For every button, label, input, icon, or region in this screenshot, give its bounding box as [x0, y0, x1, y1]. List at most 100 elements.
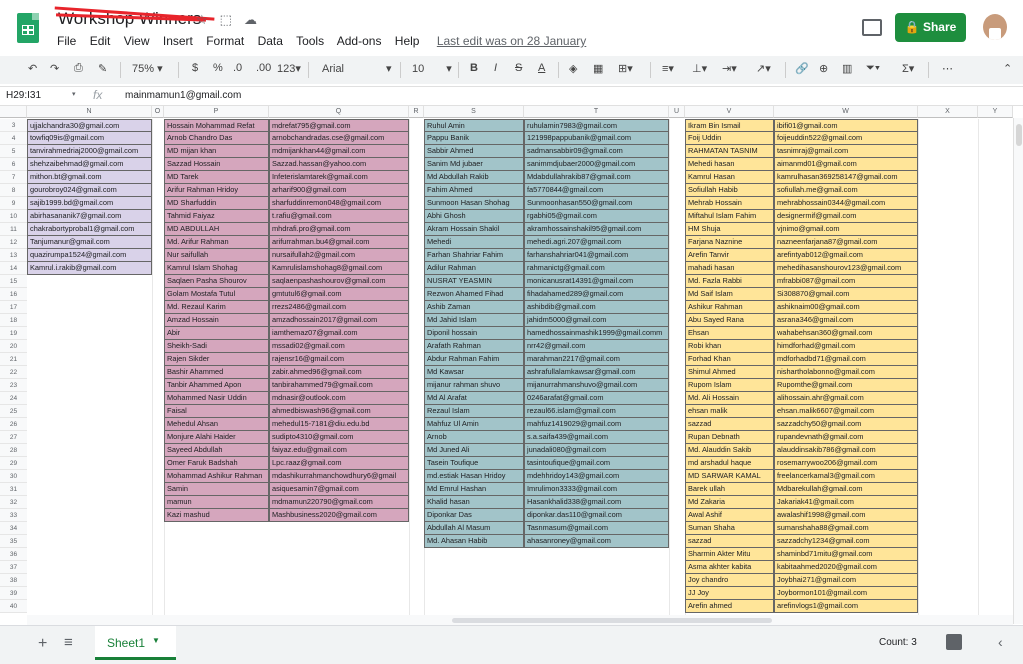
table-cell[interactable]: mdehhridoy143@gmail.com [524, 470, 669, 483]
table-cell[interactable]: Abhi Ghosh [424, 210, 524, 223]
table-cell[interactable]: mdnasir@outlook.com [269, 392, 409, 405]
table-cell[interactable]: Monjure Alahi Haider [164, 431, 269, 444]
table-cell[interactable]: arifurrahman.bu4@gmail.com [269, 236, 409, 249]
table-cell[interactable]: ujjalchandra30@gmail.com [27, 119, 152, 132]
table-cell[interactable]: awalashif1998@gmail.com [774, 509, 918, 522]
column-header-t[interactable]: T [524, 106, 669, 118]
row-header[interactable]: 29 [0, 457, 27, 470]
column-header-u[interactable]: U [669, 106, 685, 118]
table-cell[interactable]: Kamrul Islam Shohag [164, 262, 269, 275]
row-header[interactable]: 32 [0, 496, 27, 509]
strikethrough-button[interactable]: S [515, 62, 522, 74]
redo-icon[interactable]: ↷ [50, 62, 59, 75]
table-cell[interactable]: Sunmoonhasan550@gmail.com [524, 197, 669, 210]
table-cell[interactable]: aimanmd01@gmail.com [774, 158, 918, 171]
table-cell[interactable]: Saqlaen Pasha Shourov [164, 275, 269, 288]
table-cell[interactable]: MD Tarek [164, 171, 269, 184]
row-header[interactable]: 23 [0, 379, 27, 392]
table-cell[interactable]: nursaifullah2@gmail.com [269, 249, 409, 262]
table-cell[interactable]: Si308870@gmail.com [774, 288, 918, 301]
table-cell[interactable]: Amzad Hossain [164, 314, 269, 327]
table-cell[interactable]: Sabbir Ahmed [424, 145, 524, 158]
table-cell[interactable]: Awal Ashif [685, 509, 774, 522]
column-header-n[interactable]: N [27, 106, 152, 118]
table-cell[interactable]: Tanjumanur@gmail.com [27, 236, 152, 249]
column-header-s[interactable]: S [424, 106, 524, 118]
bold-button[interactable]: B [470, 62, 478, 74]
row-header[interactable]: 20 [0, 340, 27, 353]
insert-link-icon[interactable]: 🔗 [795, 62, 809, 75]
table-cell[interactable]: monicanusrat14391@gmail.com [524, 275, 669, 288]
table-cell[interactable]: shaminbd71mitu@gmail.com [774, 548, 918, 561]
row-header[interactable]: 13 [0, 249, 27, 262]
table-cell[interactable]: tasintoufique@gmail.com [524, 457, 669, 470]
table-cell[interactable]: farhanshahriar041@gmail.com [524, 249, 669, 262]
sheet-tab[interactable]: Sheet1 ▼ [95, 626, 176, 660]
row-header[interactable]: 19 [0, 327, 27, 340]
table-cell[interactable]: Sharmin Akter Mitu [685, 548, 774, 561]
table-cell[interactable]: arefintyab012@gmail.com [774, 249, 918, 262]
table-cell[interactable]: ehsan malik [685, 405, 774, 418]
table-cell[interactable]: mijanur rahman shuvo [424, 379, 524, 392]
table-cell[interactable]: Md Jahid Islam [424, 314, 524, 327]
column-header-r[interactable]: R [409, 106, 424, 118]
table-cell[interactable]: marahman2217@gmail.com [524, 353, 669, 366]
table-cell[interactable]: sumanshaha88@gmail.com [774, 522, 918, 535]
table-cell[interactable]: zabir.ahmed96@gmail.com [269, 366, 409, 379]
menu-addons[interactable]: Add-ons [337, 34, 382, 48]
table-cell[interactable]: mehrabhossain0344@gmail.com [774, 197, 918, 210]
table-cell[interactable]: alauddinsakib786@gmail.com [774, 444, 918, 457]
menu-edit[interactable]: Edit [90, 34, 111, 48]
text-wrap-icon[interactable]: ⇥▾ [722, 62, 737, 75]
table-cell[interactable]: kamrulhasan369258147@gmail.com [774, 171, 918, 184]
table-cell[interactable]: Fahim Ahmed [424, 184, 524, 197]
table-cell[interactable]: rosemarrywoo206@gmail.com [774, 457, 918, 470]
add-sheet-icon[interactable]: + [38, 635, 47, 653]
table-cell[interactable]: Farhan Shahriar Fahim [424, 249, 524, 262]
name-box[interactable]: H29:I31 [6, 90, 41, 101]
table-cell[interactable]: MD Sharfuddin [164, 197, 269, 210]
table-cell[interactable]: rezaul66.islam@gmail.com [524, 405, 669, 418]
menu-tools[interactable]: Tools [296, 34, 324, 48]
functions-icon[interactable]: Σ▾ [902, 62, 914, 75]
table-cell[interactable]: Kamrul Hasan [685, 171, 774, 184]
table-cell[interactable]: Mdbarekullah@gmail.com [774, 483, 918, 496]
table-cell[interactable]: ahmedbiswash96@gmail.com [269, 405, 409, 418]
table-cell[interactable]: Kazi mashud [164, 509, 269, 522]
table-cell[interactable]: Farjana Naznine [685, 236, 774, 249]
table-cell[interactable]: Md. Alauddin Sakib [685, 444, 774, 457]
table-cell[interactable]: quazirumpa1524@gmail.com [27, 249, 152, 262]
undo-icon[interactable]: ↶ [28, 62, 37, 75]
table-cell[interactable]: faiyaz.edu@gmail.com [269, 444, 409, 457]
table-cell[interactable]: Omer Faruk Badshah [164, 457, 269, 470]
fill-color-icon[interactable]: ◈ [569, 62, 577, 75]
row-header[interactable]: 14 [0, 262, 27, 275]
table-cell[interactable]: Mehedi hasan [685, 158, 774, 171]
column-header-x[interactable]: X [918, 106, 978, 118]
table-cell[interactable]: gmtutul6@gmail.com [269, 288, 409, 301]
row-header[interactable]: 16 [0, 288, 27, 301]
borders-icon[interactable]: ▦ [593, 62, 603, 75]
row-header[interactable]: 11 [0, 223, 27, 236]
more-formats-button[interactable]: 123▾ [277, 62, 301, 75]
table-cell[interactable]: sofiullah.me@gmail.com [774, 184, 918, 197]
row-header[interactable]: 5 [0, 145, 27, 158]
table-cell[interactable]: Asma akhter kabita [685, 561, 774, 574]
table-cell[interactable]: JJ Joy [685, 587, 774, 600]
column-header-w[interactable]: W [774, 106, 918, 118]
row-header[interactable]: 26 [0, 418, 27, 431]
table-cell[interactable]: Sheikh-Sadi [164, 340, 269, 353]
table-cell[interactable]: mithon.bt@gmail.com [27, 171, 152, 184]
column-header-p[interactable]: P [164, 106, 269, 118]
table-cell[interactable]: chakrabortyprobal1@gmail.com [27, 223, 152, 236]
table-cell[interactable]: sadmansabbir09@gmail.com [524, 145, 669, 158]
table-cell[interactable]: Tanbir Ahammed Apon [164, 379, 269, 392]
table-cell[interactable]: Md. Ali Hossain [685, 392, 774, 405]
row-header[interactable]: 3 [0, 119, 27, 132]
cloud-icon[interactable]: ☁ [244, 12, 269, 27]
filter-icon[interactable]: ⏷▾ [866, 62, 880, 75]
table-cell[interactable]: ibifi01@gmail.com [774, 119, 918, 132]
table-cell[interactable]: rahmanictg@gmail.com [524, 262, 669, 275]
table-cell[interactable]: Kamrulislamshohag8@gmail.com [269, 262, 409, 275]
table-cell[interactable]: Bashir Ahammed [164, 366, 269, 379]
